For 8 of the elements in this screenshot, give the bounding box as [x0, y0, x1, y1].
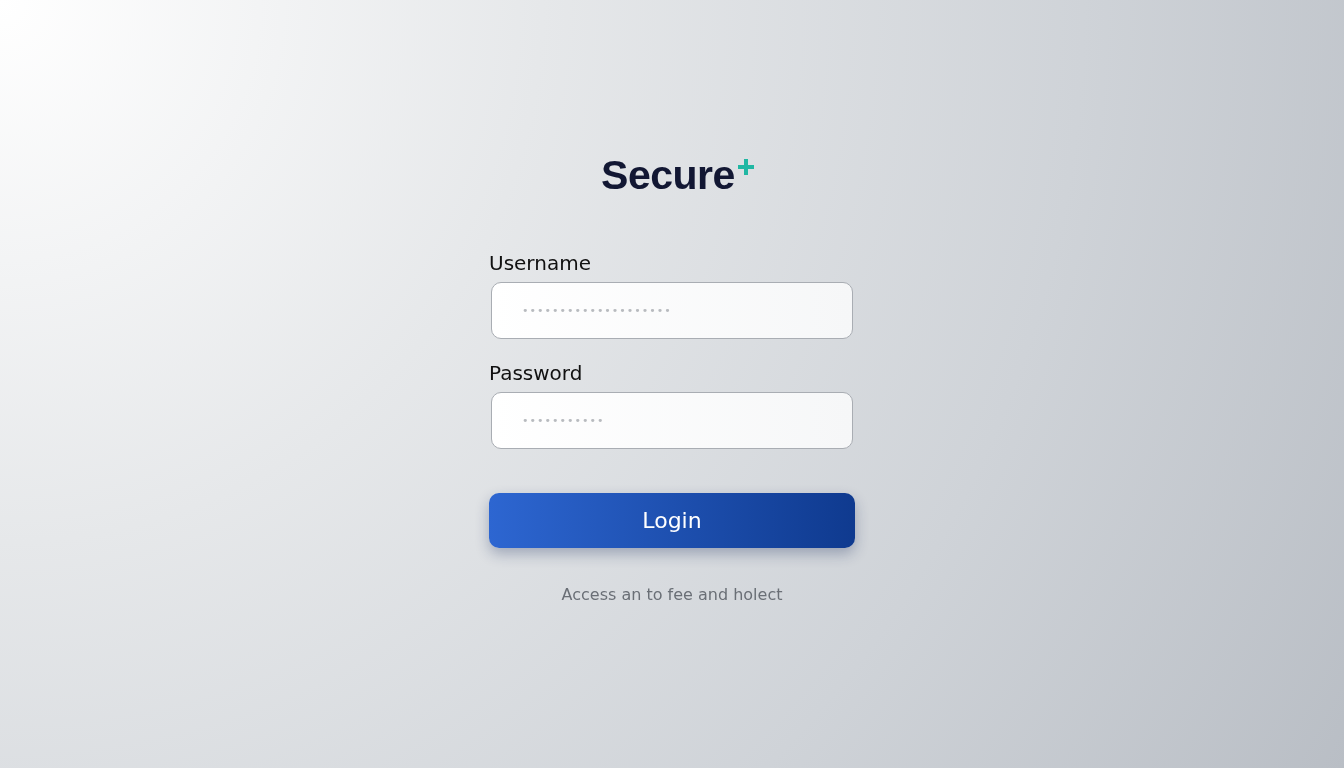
plus-icon	[736, 158, 755, 176]
field-label: Password	[489, 361, 584, 385]
login-button[interactable]: Login	[489, 493, 855, 548]
input-field[interactable]: •••••••••••	[491, 392, 853, 449]
field-label: Username	[489, 251, 592, 275]
footer-text: Access an to fee and holect	[560, 585, 784, 604]
input-field[interactable]: ••••••••••••••••••••	[491, 282, 853, 339]
logo-text: Secure	[601, 152, 735, 199]
